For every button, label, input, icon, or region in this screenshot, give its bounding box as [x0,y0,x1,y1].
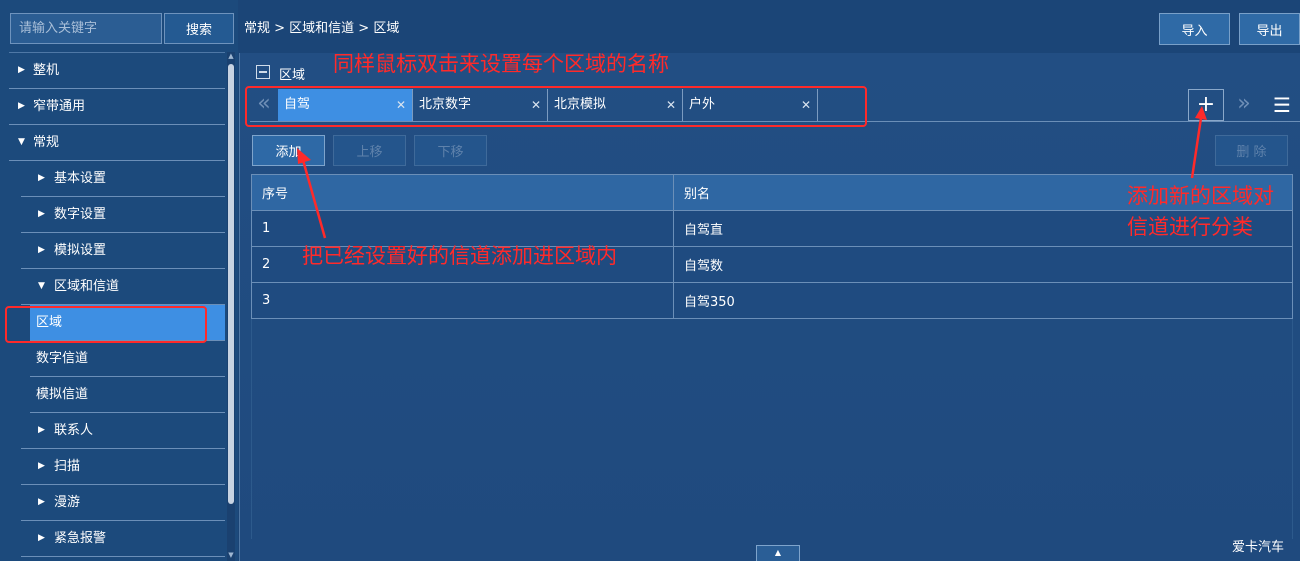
annotation-rename: 同样鼠标双击来设置每个区域的名称 [333,52,669,76]
sidebar-item-label: 数字设置 [54,207,107,222]
search-input[interactable] [10,13,162,44]
annotation-add-channel: 把已经设置好的信道添加进区域内 [302,244,617,268]
scroll-down-icon[interactable]: ▼ [227,551,235,561]
table-cell: 自驾数 [673,246,1293,283]
sidebar-item-label: 模拟设置 [54,243,107,258]
sidebar-item-emergency-alarm[interactable]: ▶ 紧急报警 [21,521,225,557]
caret-right-icon: ▶ [18,65,25,75]
table-cell: 3 [251,282,674,319]
double-chevron-right-icon[interactable]: » [1230,89,1258,121]
column-header-index[interactable]: 序号 [251,174,674,211]
caret-down-icon: ▼ [38,281,45,291]
section-title: 区域 [279,68,306,83]
annotation-box-zone [5,306,207,343]
sidebar-item-basic-settings[interactable]: ▶ 基本设置 [21,161,225,197]
sidebar-item-label: 扫描 [54,459,81,474]
sidebar-item-digital-channel[interactable]: 数字信道 [30,341,225,377]
caret-right-icon: ▶ [38,461,45,471]
caret-down-icon: ▼ [18,137,25,147]
caret-right-icon: ▶ [18,101,25,111]
sidebar-item-label: 数字信道 [36,351,89,366]
sidebar-item-analog-settings[interactable]: ▶ 模拟设置 [21,233,225,269]
sidebar-item-scan[interactable]: ▶ 扫描 [21,449,225,485]
sidebar-item-label: 整机 [33,63,60,78]
scroll-thumb[interactable] [228,64,234,504]
sidebar-item-label: 窄带通用 [33,99,86,114]
caret-right-icon: ▶ [38,245,45,255]
import-button[interactable]: 导入 [1159,13,1230,45]
table-cell: 自驾350 [673,282,1293,319]
caret-right-icon: ▶ [38,173,45,183]
delete-button[interactable]: 删 除 [1215,135,1288,166]
table-empty-area [251,319,1293,539]
move-up-button[interactable]: 上移 [333,135,406,166]
sidebar-item-narrowband-general[interactable]: ▶ 窄带通用 [9,89,225,125]
export-button[interactable]: 导出 [1239,13,1300,45]
sidebar-scrollbar[interactable]: ▲ ▼ [227,52,235,561]
sidebar-item-label: 联系人 [54,423,94,438]
sidebar-item-analog-channel[interactable]: 模拟信道 [30,377,225,413]
breadcrumb: 常规 > 区域和信道 > 区域 [244,21,400,36]
sidebar-item-label: 紧急报警 [54,531,107,546]
sidebar-item-label: 模拟信道 [36,387,89,402]
sidebar-item-whole-machine[interactable]: ▶ 整机 [9,53,225,89]
caret-right-icon: ▶ [38,533,45,543]
table-row[interactable]: 3 自驾350 [251,282,1293,319]
caret-right-icon: ▶ [38,497,45,507]
annotation-line: 信道进行分类 [1127,215,1253,239]
expand-up-icon[interactable]: ▲ [756,545,800,561]
main-panel: 区域 « 自驾 ✕ 北京数字 ✕ 北京模拟 ✕ 户外 ✕ + » ☰ 添加 上移… [239,53,1300,561]
left-panel: 搜索 ▶ 整机 ▶ 窄带通用 ▼ 常规 ▶ 基本设置 ▶ 数字设置 ▶ 模拟设置… [0,0,238,561]
plus-icon[interactable]: + [1188,89,1224,121]
collapse-icon[interactable] [256,65,270,79]
sidebar-item-contacts[interactable]: ▶ 联系人 [21,413,225,449]
sidebar-item-label: 区域和信道 [54,279,120,294]
sidebar-item-label: 漫游 [54,495,81,510]
sidebar-item-zones-channels[interactable]: ▼ 区域和信道 [21,269,225,305]
watermark: 爱卡汽车 [1232,540,1285,555]
sidebar-item-regular[interactable]: ▼ 常规 [9,125,225,161]
annotation-box-tabs [245,86,867,127]
search-button[interactable]: 搜索 [164,13,234,44]
sidebar-item-label: 基本设置 [54,171,107,186]
caret-right-icon: ▶ [38,425,45,435]
add-button[interactable]: 添加 [252,135,325,166]
annotation-new-zone: 添加新的区域对 信道进行分类 [1127,181,1274,243]
sidebar-item-roaming[interactable]: ▶ 漫游 [21,485,225,521]
move-down-button[interactable]: 下移 [414,135,487,166]
caret-right-icon: ▶ [38,209,45,219]
sidebar-item-digital-settings[interactable]: ▶ 数字设置 [21,197,225,233]
annotation-line: 添加新的区域对 [1127,184,1274,208]
menu-icon[interactable]: ☰ [1264,89,1300,121]
scroll-up-icon[interactable]: ▲ [227,52,235,62]
sidebar-item-label: 常规 [33,135,60,150]
